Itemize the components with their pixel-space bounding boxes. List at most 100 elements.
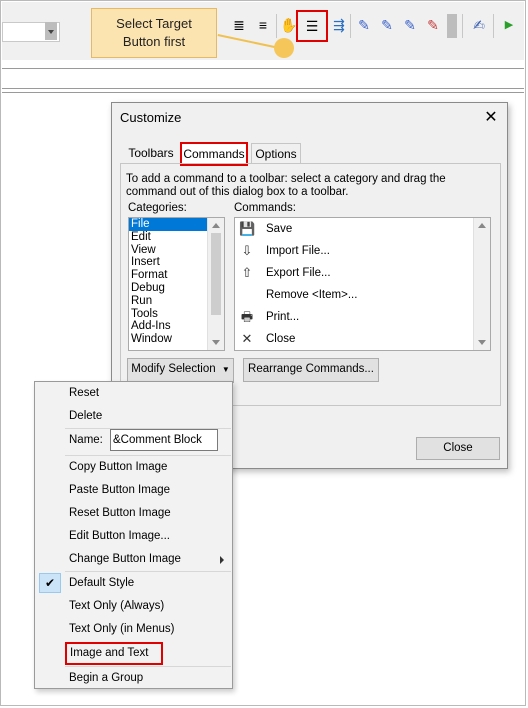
blank-icon (239, 287, 255, 303)
rearrange-commands-button[interactable]: Rearrange Commands... (243, 358, 379, 382)
command-label: Print... (266, 311, 300, 323)
modify-selection-menu: Reset Delete Name: &Comment Block Copy B… (34, 381, 233, 689)
scroll-down-icon[interactable] (478, 340, 486, 345)
menu-item-text-only-always[interactable]: Text Only (Always) (35, 595, 232, 617)
menu-item-change-image[interactable]: Change Button Image (35, 548, 232, 570)
menu-item-reset[interactable]: Reset (35, 382, 232, 404)
tab-label: Toolbars (128, 146, 174, 160)
menu-item-label: Reset Button Image (69, 507, 171, 519)
categories-list[interactable]: File Edit View Insert Format Debug Run Tools Add… (128, 217, 225, 351)
category-item[interactable]: Run (129, 295, 209, 308)
print-icon: 🖶 (240, 309, 254, 324)
combo-dropdown-button[interactable] (45, 22, 57, 40)
toolbar-overflow-button[interactable] (447, 14, 457, 38)
instruction-callout: Select Target Button first (91, 8, 217, 58)
tab-label: Commands (183, 147, 245, 161)
command-label: Remove <Item>... (266, 289, 358, 301)
divider (2, 88, 524, 89)
command-label: Export File... (266, 267, 331, 279)
menu-item-label: Edit Button Image... (69, 530, 171, 542)
command-label: Close (266, 333, 296, 345)
menu-item-label: Paste Button Image (69, 484, 171, 496)
divider (2, 68, 524, 69)
menu-item-label: Text Only (in Menus) (69, 623, 175, 635)
bookmark-clear-icon[interactable]: ✎ (424, 16, 442, 34)
modify-selection-label: Modify Selection (131, 363, 216, 375)
scroll-down-icon[interactable] (212, 340, 220, 345)
callout-dot (274, 38, 294, 58)
menu-item-label: Change Button Image (69, 553, 181, 565)
menu-item-label: Image and Text (70, 647, 149, 659)
category-item[interactable]: View (129, 244, 209, 257)
categories-label: Categories: (128, 202, 187, 214)
export-icon: ⇧ (241, 265, 253, 280)
bookmark-next-icon[interactable]: ✎ (378, 16, 396, 34)
command-item[interactable]: ⇧ Export File... (235, 262, 490, 284)
tab-options[interactable]: Options (251, 143, 301, 164)
menu-item-paste-image[interactable]: Paste Button Image (35, 479, 232, 501)
close-icon[interactable]: ✕ (482, 107, 500, 127)
callout-line-1: Select Target (116, 16, 192, 31)
edit-icon[interactable]: ✍ (470, 16, 488, 34)
dropdown-arrow-icon: ▼ (221, 365, 230, 374)
tab-toolbars[interactable]: Toolbars (122, 143, 180, 164)
save-icon: 💾 (239, 221, 256, 236)
menu-item-label: Begin a Group (69, 672, 144, 684)
command-item[interactable]: 🖶 Print... (235, 306, 490, 328)
commands-list[interactable]: 💾 Save ⇩ Import File... ⇧ Export File... Remov… (234, 217, 491, 351)
menu-item-reset-image[interactable]: Reset Button Image (35, 502, 232, 524)
categories-scrollbar[interactable] (207, 218, 224, 350)
menu-item-begin-group[interactable]: Begin a Group (35, 667, 232, 689)
command-label: Save (266, 223, 293, 235)
menu-item-label: Default Style (69, 577, 135, 589)
toolbar-separator (276, 14, 277, 38)
menu-item-label: Delete (69, 410, 103, 422)
category-item[interactable]: Insert (129, 256, 209, 269)
comment-icon[interactable]: ≣ (230, 16, 248, 34)
category-item[interactable]: Format (129, 269, 209, 282)
import-icon: ⇩ (241, 243, 253, 258)
target-button-highlight (296, 10, 328, 42)
category-item[interactable]: File (129, 218, 209, 231)
bookmark-icon[interactable]: ⇶ (330, 16, 348, 34)
toolbar-separator (493, 14, 494, 38)
menu-item-edit-image[interactable]: Edit Button Image... (35, 525, 232, 547)
toolbar-separator (350, 14, 351, 38)
command-item[interactable]: Remove <Item>... (235, 284, 490, 306)
dialog-title: Customize (120, 110, 182, 125)
bookmark-toggle-icon[interactable]: ✎ (355, 16, 373, 34)
menu-item-text-only-menus[interactable]: Text Only (in Menus) (35, 618, 232, 640)
run-icon[interactable]: ▶ (500, 16, 518, 34)
submenu-arrow-icon (220, 556, 224, 564)
instructions-text: To add a command to a toolbar: select a … (126, 173, 446, 198)
commands-label: Commands: (234, 202, 296, 214)
commands-items: 💾 Save ⇩ Import File... ⇧ Export File... Remov… (235, 218, 490, 350)
category-item[interactable]: Window (129, 333, 209, 346)
uncomment-icon[interactable]: ≡ (254, 16, 272, 34)
name-field[interactable]: &Comment Block (110, 429, 218, 451)
command-label: Import File... (266, 245, 330, 257)
command-item[interactable]: ✕ Close (235, 328, 490, 350)
category-item[interactable]: Debug (129, 282, 209, 295)
command-item[interactable]: ⇩ Import File... (235, 240, 490, 262)
divider (2, 92, 524, 93)
category-item[interactable]: Add-Ins (129, 320, 209, 333)
close-button[interactable]: Close (416, 437, 500, 460)
modify-selection-button[interactable]: Modify Selection ▼ (127, 358, 234, 383)
scroll-thumb[interactable] (211, 233, 221, 315)
command-item[interactable]: 💾 Save (235, 218, 490, 240)
toolbar-separator (462, 14, 463, 38)
callout-line-2: Button first (122, 34, 186, 49)
menu-item-default-style[interactable]: Default Style (35, 572, 232, 594)
scroll-up-icon[interactable] (478, 223, 486, 228)
name-label: Name: (69, 434, 103, 446)
category-item[interactable]: Edit (129, 231, 209, 244)
close-x-icon: ✕ (241, 331, 253, 346)
category-item[interactable]: Tools (129, 308, 209, 321)
commands-scrollbar[interactable] (473, 218, 490, 350)
menu-item-copy-image[interactable]: Copy Button Image (35, 456, 232, 478)
bookmark-prev-icon[interactable]: ✎ (401, 16, 419, 34)
scroll-up-icon[interactable] (212, 223, 220, 228)
menu-item-delete[interactable]: Delete (35, 405, 232, 427)
menu-item-image-and-text[interactable]: Image and Text (65, 642, 163, 665)
